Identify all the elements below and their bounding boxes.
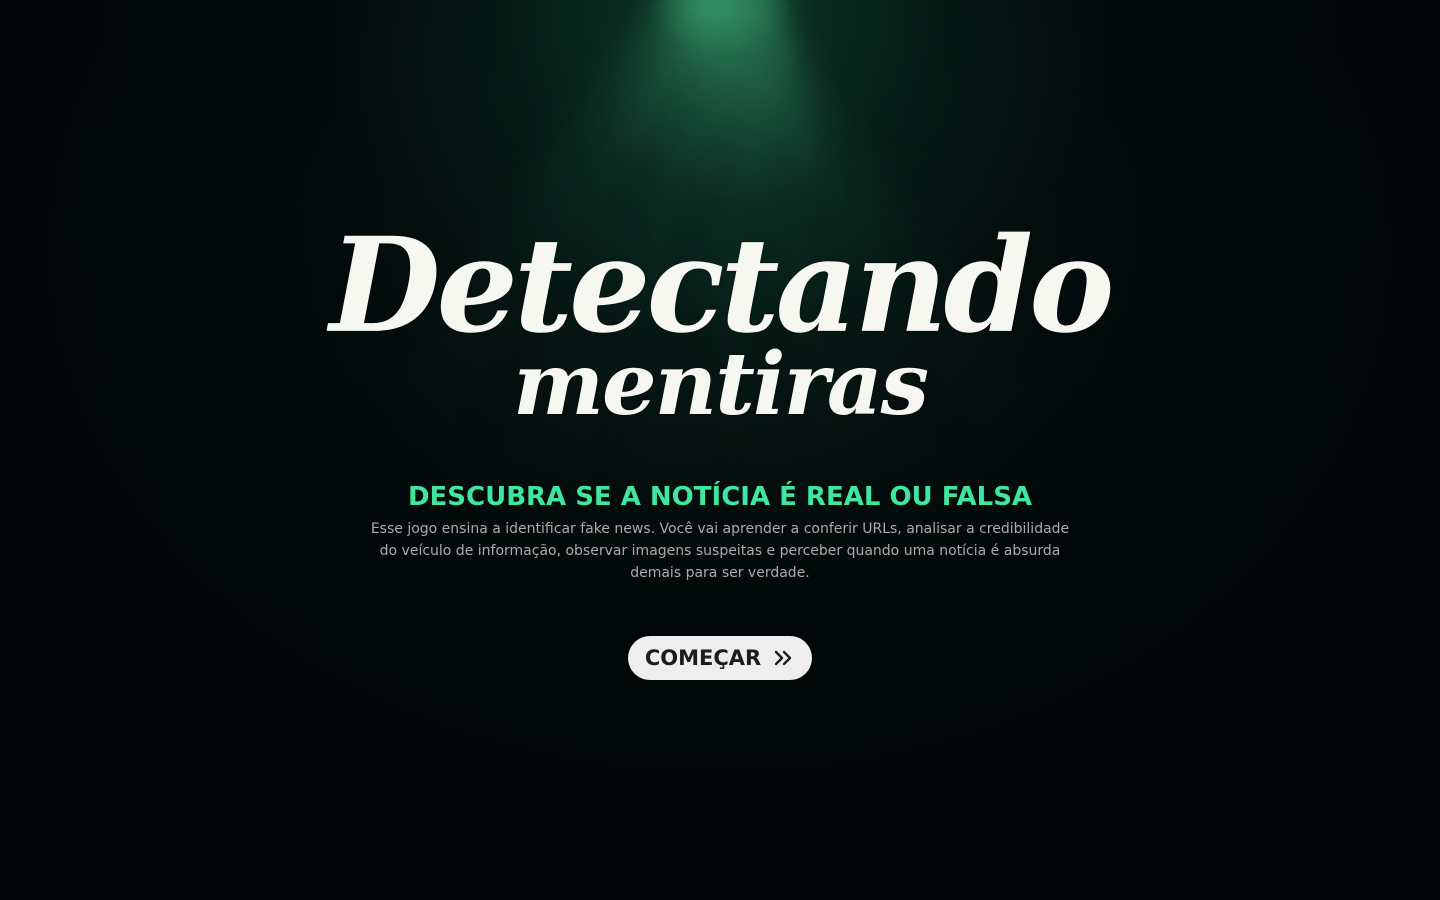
- start-button[interactable]: COMEÇAR: [628, 636, 812, 680]
- tagline: DESCUBRA SE A NOTÍCIA É REAL OU FALSA: [407, 482, 1033, 512]
- start-button-label: COMEÇAR: [644, 646, 762, 670]
- game-logo: Detectando mentiras: [0, 209, 1440, 428]
- game-description: Esse jogo ensina a identificar fake news…: [370, 521, 1070, 581]
- logo-title-line-1: Detectando: [329, 209, 1115, 363]
- landing-page: Detectando mentiras DESCUBRA SE A NOTÍCI…: [0, 0, 1440, 900]
- double-chevron-right-icon: [773, 649, 795, 667]
